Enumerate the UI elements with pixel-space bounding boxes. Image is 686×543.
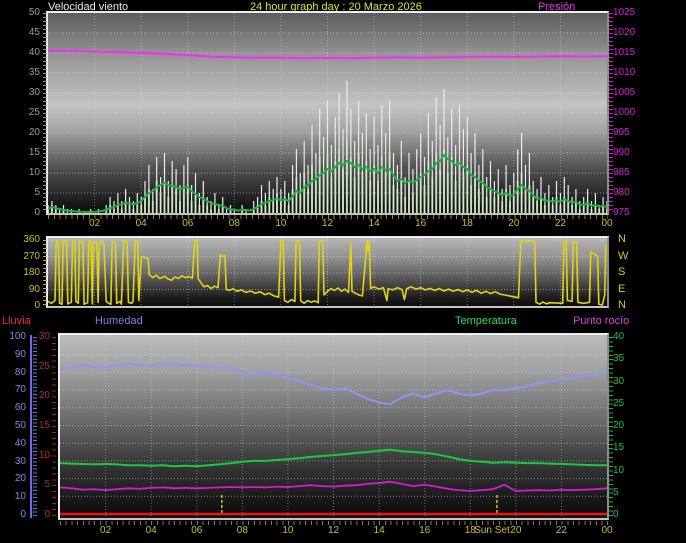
time-tick-label: 12 — [321, 218, 334, 229]
temperature-axis-tick: 10 — [613, 464, 625, 476]
humidity-axis-tick: 70 — [14, 384, 26, 396]
compass-letter: S — [618, 266, 626, 278]
humidity-axis-tick: 90 — [14, 348, 26, 360]
direction-axis-tick: 360 — [23, 234, 40, 245]
humidity-axis-tick: 40 — [14, 437, 26, 449]
wind-axis-tick: 50 — [28, 7, 40, 18]
direction-axis-tick: 90 — [28, 283, 40, 295]
time-tick-label: 08 — [236, 525, 248, 536]
compass-letter: W — [618, 249, 629, 262]
humidity-axis-tick: 20 — [14, 473, 26, 485]
temperature-axis-tick: 30 — [613, 375, 625, 387]
humidity-axis-tick: 80 — [14, 366, 26, 378]
pressure-axis-tick: 1020 — [613, 27, 636, 38]
weather-graph-screen: Velocidad viento 24 hour graph day : 20 … — [0, 0, 686, 543]
humidity-axis-tick: 30 — [14, 455, 26, 467]
rain-axis-tick: 0 — [44, 509, 50, 521]
wind-pressure-chart — [48, 13, 607, 213]
wind-axis-tick: 25 — [28, 107, 40, 118]
compass-letter: N — [618, 233, 626, 245]
wind-direction-chart — [48, 238, 607, 306]
temperature-axis-tick: 40 — [613, 331, 625, 342]
temperature-axis-tick: 25 — [613, 397, 625, 409]
pressure-axis-tick: 985 — [613, 167, 630, 178]
humidity-section-label: Humedad — [95, 315, 143, 327]
time-tick-label: 22 — [554, 218, 566, 229]
time-tick-label: 10 — [282, 525, 294, 536]
rain-axis-ruler — [52, 337, 56, 516]
temperature-axis-tick: 20 — [613, 420, 625, 431]
temperature-axis-tick: 15 — [613, 442, 625, 454]
time-tick-label: 04 — [135, 218, 147, 229]
pressure-axis-tick: 1015 — [613, 47, 636, 58]
pressure-axis-tick: 1025 — [613, 7, 636, 18]
direction-axis-tick: 270 — [23, 250, 40, 262]
wind-axis-tick: 35 — [28, 67, 40, 78]
time-tick-label: 00 — [601, 525, 613, 536]
humidity-axis-tick: 50 — [14, 420, 26, 431]
rain-axis-tick: 20 — [38, 390, 50, 402]
time-tick-label: 00 — [601, 218, 613, 229]
humidity-axis-tick: 10 — [14, 491, 26, 503]
time-tick-label: 22 — [555, 525, 567, 536]
humidity-temp-dew-rain-chart-panel — [58, 333, 609, 520]
time-tick-label: 14 — [368, 218, 380, 229]
time-tick-label: 16 — [419, 525, 431, 536]
wind-axis-tick: 30 — [28, 87, 40, 98]
time-tick-label: 06 — [182, 218, 194, 229]
dew-point-section-label: Punto rocío — [573, 315, 630, 327]
pressure-axis-tick: 975 — [613, 207, 630, 218]
rain-axis-tick: 10 — [38, 449, 50, 461]
time-tick-label: 02 — [89, 218, 101, 229]
temperature-section-label: Temperatura — [455, 315, 517, 327]
sunset-axis-label: Sun Set — [474, 525, 510, 536]
rain-axis-tick: 30 — [38, 331, 50, 342]
pressure-axis-tick: 990 — [613, 147, 630, 158]
time-tick-label: 16 — [415, 218, 427, 229]
pressure-axis-tick: 980 — [613, 187, 630, 198]
humidity-axis-tick: 0 — [20, 509, 26, 520]
time-tick-label: 18 — [461, 218, 473, 229]
wind-axis-tick: 40 — [28, 47, 40, 58]
series-pressure — [48, 49, 607, 60]
wind-axis-tick: 5 — [34, 187, 40, 198]
rain-section-label: Lluvia — [2, 315, 31, 327]
temperature-axis-tick: 35 — [613, 353, 625, 365]
rain-axis-tick: 5 — [44, 479, 50, 491]
rain-axis-tick: 25 — [38, 360, 50, 372]
time-tick-label: 14 — [373, 525, 385, 536]
wind-axis-tick: 10 — [28, 167, 40, 178]
wind-pressure-chart-panel — [46, 11, 609, 215]
compass-letter: N — [618, 299, 626, 311]
pressure-axis-tick: 1010 — [613, 67, 636, 78]
time-tick-label: 08 — [228, 218, 240, 229]
humidity-axis-tick: 100 — [9, 331, 26, 342]
series-dew_point — [60, 480, 607, 492]
wind-axis-ruler — [43, 13, 47, 213]
time-tick-label: 02 — [100, 525, 112, 536]
wind-direction-chart-panel — [46, 236, 609, 308]
humidity-axis-tick: 60 — [14, 402, 26, 414]
compass-letter: E — [618, 282, 626, 295]
wind-axis-tick: 15 — [28, 147, 40, 158]
humidity-temp-dew-rain-chart — [60, 335, 607, 518]
pressure-axis-tick: 1000 — [613, 107, 636, 118]
temperature-axis-tick: 0 — [613, 509, 619, 520]
wind-axis-tick: 0 — [34, 207, 40, 218]
pressure-axis-tick: 1005 — [613, 87, 636, 98]
time-tick-label: 20 — [508, 218, 520, 229]
direction-axis-ruler — [43, 240, 47, 307]
temperature-axis-tick: 5 — [613, 486, 619, 498]
pressure-axis-tick: 995 — [613, 127, 630, 138]
direction-axis-tick: 0 — [34, 300, 40, 311]
direction-axis-tick: 180 — [23, 267, 40, 278]
time-tick-label: 06 — [191, 525, 203, 536]
time-tick-label: 04 — [145, 525, 157, 536]
time-tick-label: 10 — [275, 218, 287, 229]
wind-axis-tick: 45 — [28, 27, 40, 38]
rain-axis-tick: 15 — [38, 420, 50, 431]
wind-axis-tick: 20 — [28, 127, 40, 138]
time-tick-label: 12 — [327, 525, 340, 536]
